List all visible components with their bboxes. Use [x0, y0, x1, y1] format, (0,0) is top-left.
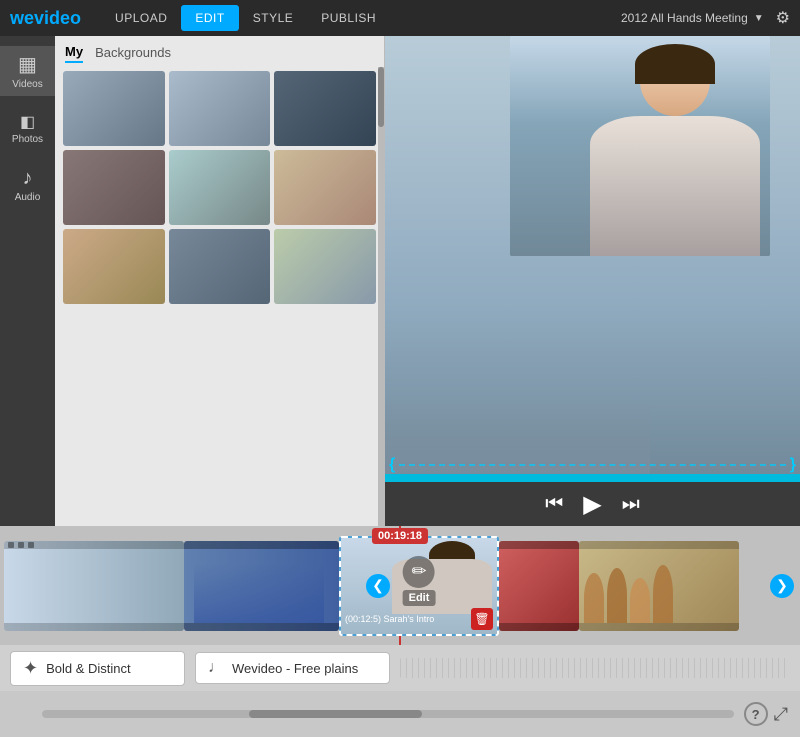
preview-controls: ⏮ ▶ ⏭ — [385, 482, 800, 526]
scrollbar-thumb[interactable] — [249, 710, 422, 718]
sidebar-audio-label: Audio — [15, 192, 41, 203]
edit-label: Edit — [403, 590, 436, 606]
nav-upload[interactable]: UPLOAD — [101, 5, 181, 31]
style-button[interactable]: ✦ Bold & Distinct — [10, 651, 185, 686]
tab-backgrounds[interactable]: Backgrounds — [95, 45, 171, 62]
top-navigation: wevideo UPLOAD EDIT STYLE PUBLISH 2012 A… — [0, 0, 800, 36]
music-note-icon: ♩ — [208, 659, 224, 677]
media-panel: My Backgrounds — [55, 36, 385, 526]
media-thumb-7[interactable] — [63, 229, 165, 304]
timeline-nav-left-button[interactable]: ❮ — [366, 574, 390, 598]
timeline-tracks: 00:19:18 — [0, 526, 800, 645]
settings-icon[interactable]: ⚙ — [776, 8, 790, 28]
media-thumb-9[interactable] — [274, 229, 376, 304]
timeline-clip-2[interactable] — [184, 541, 339, 631]
media-thumb-2[interactable] — [169, 71, 271, 146]
preview-panel: { } ⏮ ▶ ⏭ — [385, 36, 800, 526]
main-area: ▦ Videos ◧ Photos ♪ Audio My Backgrounds — [0, 36, 800, 526]
sidebar-videos-label: Videos — [12, 79, 42, 90]
horizontal-scrollbar[interactable] — [42, 710, 734, 718]
left-sidebar: ▦ Videos ◧ Photos ♪ Audio — [0, 36, 55, 526]
skip-back-button[interactable]: ⏮ — [545, 493, 563, 516]
media-thumb-8[interactable] — [169, 229, 271, 304]
timeline-area: 00:19:18 — [0, 526, 800, 691]
media-thumb-1[interactable] — [63, 71, 165, 146]
music-button-label: Wevideo - Free plains — [232, 661, 358, 676]
video-preview-person — [510, 36, 770, 256]
edit-overlay: ✏ Edit — [403, 556, 436, 606]
scroll-handle[interactable] — [378, 67, 384, 127]
footer: ? ⤢ — [0, 691, 800, 737]
project-title: 2012 All Hands Meeting ▼ — [621, 11, 764, 25]
dropdown-arrow-icon: ▼ — [754, 13, 764, 24]
fullscreen-icon[interactable]: ⤢ — [774, 704, 788, 725]
skip-forward-button[interactable]: ⏭ — [622, 493, 640, 516]
sidebar-item-audio[interactable]: ♪ Audio — [0, 161, 55, 209]
sidebar-photos-label: Photos — [12, 134, 43, 145]
bottom-bar: ✦ Bold & Distinct ♩ Wevideo - Free plain… — [0, 645, 800, 691]
style-button-label: Bold & Distinct — [46, 661, 131, 676]
style-wand-icon: ✦ — [23, 658, 38, 679]
media-grid — [55, 67, 384, 308]
nav-publish[interactable]: PUBLISH — [307, 5, 390, 31]
media-thumb-3[interactable] — [274, 71, 376, 146]
videos-icon: ▦ — [18, 52, 37, 77]
music-button[interactable]: ♩ Wevideo - Free plains — [195, 652, 390, 684]
clip-info: (00:12:5) Sarah's Intro 🗑 — [345, 608, 493, 630]
audio-icon: ♪ — [23, 167, 33, 190]
nav-edit[interactable]: EDIT — [181, 5, 238, 31]
help-icon[interactable]: ? — [744, 702, 768, 726]
sidebar-item-videos[interactable]: ▦ Videos — [0, 46, 55, 96]
scroll-indicator[interactable] — [378, 67, 384, 526]
tab-my[interactable]: My — [65, 44, 83, 63]
timeline-clip-5[interactable] — [579, 541, 739, 631]
photos-icon: ◧ — [20, 112, 35, 132]
media-thumb-5[interactable] — [169, 150, 271, 225]
clip-delete-button[interactable]: 🗑 — [471, 608, 493, 630]
clip-duration-label: (00:12:5) Sarah's Intro — [345, 614, 434, 624]
sidebar-item-photos[interactable]: ◧ Photos — [0, 106, 55, 151]
left-bracket-icon: { — [389, 456, 395, 474]
media-thumb-4[interactable] — [63, 150, 165, 225]
logo-video: video — [34, 8, 81, 28]
media-tabs: My Backgrounds — [55, 36, 384, 67]
nav-style[interactable]: STYLE — [239, 5, 308, 31]
audio-waveform — [400, 658, 790, 678]
preview-video: { } — [385, 36, 800, 482]
media-thumb-6[interactable] — [274, 150, 376, 225]
timeline-nav-right-button[interactable]: ❯ — [770, 574, 794, 598]
logo: wevideo — [10, 8, 81, 29]
logo-we: we — [10, 8, 34, 28]
timeline-clip-sarahs-intro[interactable]: ✏ Edit (00:12:5) Sarah's Intro 🗑 — [339, 536, 499, 636]
right-bracket-icon: } — [790, 456, 796, 474]
play-button[interactable]: ▶ — [583, 490, 601, 519]
timeline-clip-4[interactable] — [499, 541, 579, 631]
timeline-clip-1[interactable] — [4, 541, 184, 631]
timecode-badge: 00:19:18 — [372, 528, 428, 544]
